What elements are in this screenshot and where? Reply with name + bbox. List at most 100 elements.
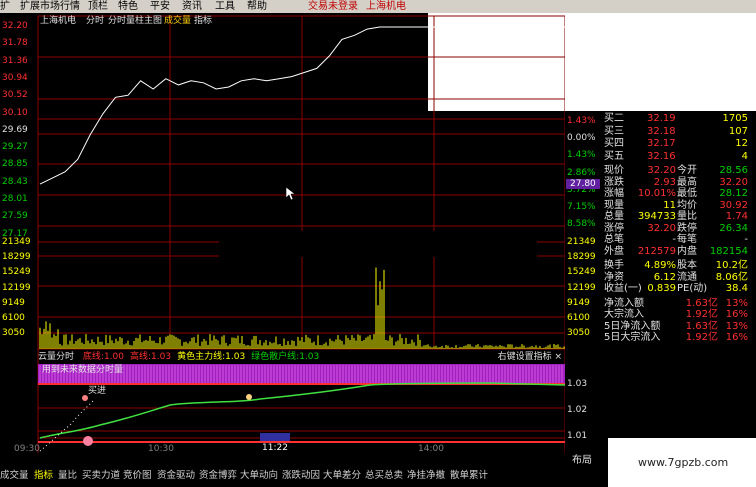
menu-item-pingan[interactable]: 平安 bbox=[150, 0, 170, 13]
tab-11[interactable]: 净挂净撤 bbox=[407, 469, 445, 483]
flow-row: 大宗流入 1.92亿 16% bbox=[601, 309, 756, 321]
volume-tick-label-right: 15249 bbox=[567, 267, 596, 278]
tab-1[interactable]: 指标 bbox=[34, 469, 53, 483]
bid-volume: 4 bbox=[741, 150, 748, 162]
flow-value: 1.92亿 bbox=[685, 332, 718, 343]
field-label: 外盘 bbox=[604, 245, 624, 257]
time-label-1030: 10:30 bbox=[148, 444, 174, 454]
view-indicator[interactable]: 指标 bbox=[194, 16, 212, 26]
quote-row: 现量 11 均价 30.92 bbox=[601, 200, 756, 212]
field-label: 最高 bbox=[677, 176, 697, 188]
field-label: 今开 bbox=[677, 165, 697, 176]
price-tick-label: 28.01 bbox=[2, 194, 28, 204]
tab-2[interactable]: 量比 bbox=[58, 469, 77, 483]
flow-label: 净流入额 bbox=[604, 297, 644, 309]
band-text: 用到未来数据分时量 bbox=[42, 365, 124, 375]
menu-item-market[interactable]: 扩展市场行情 bbox=[20, 0, 80, 13]
view-volume-main[interactable]: 分时量柱主图 bbox=[108, 16, 162, 26]
price-tick-label: 29.27 bbox=[2, 142, 28, 153]
quote-row: 涨幅 10.01% 最低 28.12 bbox=[601, 188, 756, 200]
fundamental-row: 净资 6.12 流通 8.06亿 bbox=[601, 272, 756, 284]
flow-label: 5日净流入额 bbox=[604, 320, 661, 332]
price-tick-label: 30.94 bbox=[2, 72, 28, 83]
menu-stock-name: 上海机电 bbox=[366, 1, 406, 12]
signal-dot-2 bbox=[246, 394, 252, 400]
menu-item-feature[interactable]: 特色 bbox=[118, 0, 138, 13]
field-value: 8.06亿 bbox=[715, 271, 748, 283]
buy-signal-marker bbox=[83, 436, 93, 446]
tab-10[interactable]: 总买总卖 bbox=[365, 469, 403, 483]
tab-3[interactable]: 买卖力道 bbox=[82, 469, 120, 483]
pct-tick-label: 1.43% bbox=[567, 150, 596, 161]
price-tick-label: 29.69 bbox=[2, 124, 28, 135]
bid-label: 买五 bbox=[604, 150, 624, 162]
price-tick-label: 30.10 bbox=[2, 107, 28, 118]
indicator-item-value: 1.00 bbox=[103, 352, 124, 362]
login-status[interactable]: 交易未登录 bbox=[308, 0, 358, 13]
field-value: 212579 bbox=[637, 245, 676, 257]
time-highlight bbox=[260, 433, 290, 441]
tab-9[interactable]: 大单差分 bbox=[323, 469, 361, 483]
bottom-tab-bar: 成交量 指标 量比 买卖力道 竞价图 资金驱动 资金博弈 大单动向 涨跌动因 大单差分 总买总卖 净挂… bbox=[0, 466, 565, 487]
tab-0[interactable]: 成交量 bbox=[0, 469, 29, 483]
volume-tick-label: 3050 bbox=[2, 328, 25, 339]
tab-8[interactable]: 涨跌动因 bbox=[282, 469, 320, 483]
field-value: 32.20 bbox=[719, 176, 748, 188]
field-value: 0.839 bbox=[647, 283, 676, 294]
chart-canvas bbox=[37, 15, 565, 453]
bid-volume: 12 bbox=[735, 138, 748, 149]
pct-tick-label: 8.58% bbox=[567, 219, 596, 230]
volume-tick-label-right: 9149 bbox=[567, 297, 590, 308]
indicator-tick-label: 1.02 bbox=[567, 405, 588, 415]
quote-row: 外盘 212579 内盘 182154 bbox=[601, 246, 756, 258]
flow-value: 1.63亿 bbox=[685, 297, 718, 309]
field-value: 26.34 bbox=[719, 222, 748, 234]
time-label-1400: 14:00 bbox=[418, 444, 444, 454]
field-label: 收益(一) bbox=[604, 283, 642, 294]
indicator-settings-hint[interactable]: 右键设置指标 × bbox=[498, 351, 562, 363]
field-label: 换手 bbox=[604, 260, 624, 271]
field-label: 流通 bbox=[677, 271, 697, 283]
view-turnover[interactable]: 成交量 bbox=[164, 16, 191, 26]
field-label: 现价 bbox=[604, 165, 624, 176]
tab-4[interactable]: 竞价图 bbox=[123, 469, 152, 483]
indicator-name: 云量分时 bbox=[38, 352, 75, 362]
volume-tick-label: 18299 bbox=[2, 252, 31, 263]
tab-5[interactable]: 资金驱动 bbox=[157, 469, 195, 483]
quote-row: 总笔 - 每笔 - bbox=[601, 234, 756, 246]
price-tick-label: 32.20 bbox=[2, 21, 28, 31]
volume-tick-label: 15249 bbox=[2, 267, 31, 278]
intraday-chart[interactable]: 上海机电 分时 分时量柱主图 成交量 指标 32.20 31.78 31.36 30.… bbox=[0, 13, 600, 453]
flow-row: 5日净流入额 1.63亿 13% bbox=[601, 321, 756, 333]
quote-panel: 买二 32.19 1705 买三 32.18 107 买四 32.17 12 买五 32.16 4 现价… bbox=[601, 111, 756, 343]
field-value: 32.20 bbox=[647, 165, 676, 176]
pct-tick-label: 2.86% bbox=[567, 167, 596, 178]
menu-item-help[interactable]: 帮助 bbox=[247, 0, 267, 13]
volume-tick-label-right: 21349 bbox=[567, 237, 596, 247]
menu-item-info[interactable]: 资讯 bbox=[182, 0, 202, 13]
indicator-item-label: 绿色散户线: bbox=[251, 352, 300, 362]
menu-item-topbar[interactable]: 顶栏 bbox=[88, 0, 108, 13]
price-tick-label: 27.59 bbox=[2, 211, 28, 222]
tab-12[interactable]: 散单累计 bbox=[450, 469, 488, 483]
field-label: 净资 bbox=[604, 271, 624, 283]
flow-pct: 16% bbox=[725, 309, 748, 320]
buy-annotation: 买进 bbox=[88, 386, 107, 396]
layout-button[interactable]: 布局 bbox=[572, 456, 592, 466]
bid-row: 买五 32.16 4 bbox=[601, 151, 756, 163]
view-intraday[interactable]: 分时 bbox=[86, 16, 104, 26]
field-label: 内盘 bbox=[677, 245, 697, 257]
menu-item-tools[interactable]: 工具 bbox=[215, 0, 235, 13]
volume-tick-label-right: 6100 bbox=[567, 313, 590, 323]
tab-6[interactable]: 资金博弈 bbox=[199, 469, 237, 483]
indicator-item: 绿色散户线:1.03 bbox=[251, 352, 319, 362]
bid-price: 32.16 bbox=[647, 150, 676, 162]
menu-item-0[interactable]: 扩 bbox=[0, 0, 10, 13]
volume-tick-label: 12199 bbox=[2, 282, 31, 293]
volume-tick-label-right: 3050 bbox=[567, 328, 590, 339]
field-value: 32.20 bbox=[647, 222, 676, 234]
bid-row: 买三 32.18 107 bbox=[601, 126, 756, 138]
tooltip-overlay bbox=[219, 231, 537, 257]
tab-7[interactable]: 大单动向 bbox=[240, 469, 278, 483]
price-tick-label: 31.36 bbox=[2, 55, 28, 66]
